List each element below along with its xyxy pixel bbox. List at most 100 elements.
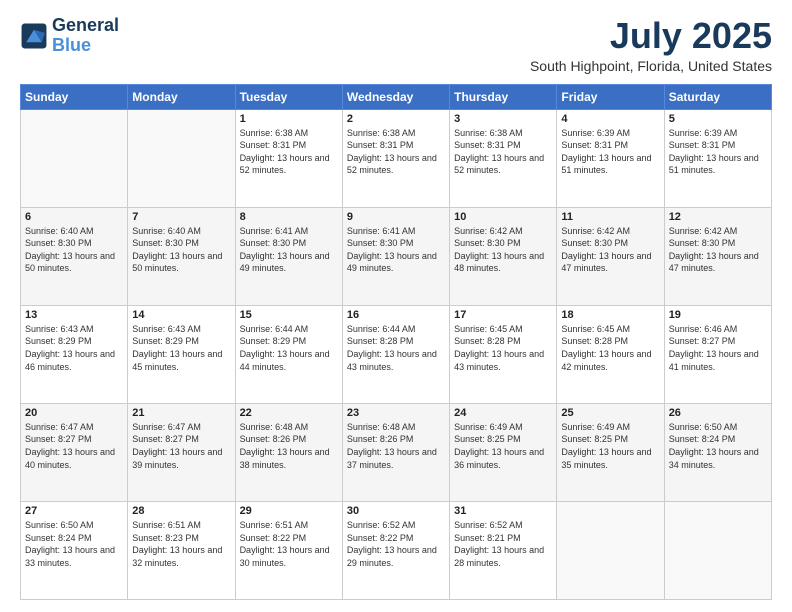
day-number: 22 xyxy=(240,407,338,419)
calendar-day-cell: 9 Sunrise: 6:41 AM Sunset: 8:30 PM Daylig… xyxy=(342,207,449,305)
day-info: Sunrise: 6:42 AM Sunset: 8:30 PM Dayligh… xyxy=(561,225,659,275)
calendar-day-cell: 13 Sunrise: 6:43 AM Sunset: 8:29 PM Dayli… xyxy=(21,305,128,403)
day-info: Sunrise: 6:51 AM Sunset: 8:23 PM Dayligh… xyxy=(132,519,230,569)
day-info: Sunrise: 6:48 AM Sunset: 8:26 PM Dayligh… xyxy=(240,421,338,471)
day-info: Sunrise: 6:49 AM Sunset: 8:25 PM Dayligh… xyxy=(561,421,659,471)
day-info: Sunrise: 6:46 AM Sunset: 8:27 PM Dayligh… xyxy=(669,323,767,373)
calendar-day-cell: 30 Sunrise: 6:52 AM Sunset: 8:22 PM Dayli… xyxy=(342,501,449,599)
calendar-day-cell: 17 Sunrise: 6:45 AM Sunset: 8:28 PM Dayli… xyxy=(450,305,557,403)
header: General Blue July 2025 South Highpoint, … xyxy=(20,16,772,74)
day-info: Sunrise: 6:44 AM Sunset: 8:28 PM Dayligh… xyxy=(347,323,445,373)
day-number: 8 xyxy=(240,211,338,223)
day-info: Sunrise: 6:39 AM Sunset: 8:31 PM Dayligh… xyxy=(561,127,659,177)
calendar-day-cell: 7Sunrise: 6:40 AM Sunset: 8:30 PM Daylig… xyxy=(128,207,235,305)
calendar-day-header: Monday xyxy=(128,84,235,109)
day-number: 17 xyxy=(454,309,552,321)
logo: General Blue xyxy=(20,16,119,56)
day-number: 20 xyxy=(25,407,123,419)
calendar-day-cell: 10 Sunrise: 6:42 AM Sunset: 8:30 PM Dayli… xyxy=(450,207,557,305)
day-number: 18 xyxy=(561,309,659,321)
calendar-day-cell: 16Sunrise: 6:44 AM Sunset: 8:28 PM Dayli… xyxy=(342,305,449,403)
calendar-day-cell: 12Sunrise: 6:42 AM Sunset: 8:30 PM Dayli… xyxy=(664,207,771,305)
calendar-day-cell: 3 Sunrise: 6:38 AM Sunset: 8:31 PM Daylig… xyxy=(450,109,557,207)
calendar-day-cell: 22 Sunrise: 6:48 AM Sunset: 8:26 PM Dayli… xyxy=(235,403,342,501)
calendar-week-row: 1 Sunrise: 6:38 AM Sunset: 8:31 PM Daylig… xyxy=(21,109,772,207)
day-number: 19 xyxy=(669,309,767,321)
day-info: Sunrise: 6:51 AM Sunset: 8:22 PM Dayligh… xyxy=(240,519,338,569)
calendar-day-header: Friday xyxy=(557,84,664,109)
calendar-day-cell: 18 Sunrise: 6:45 AM Sunset: 8:28 PM Dayli… xyxy=(557,305,664,403)
title-block: July 2025 South Highpoint, Florida, Unit… xyxy=(530,16,772,74)
calendar-day-cell xyxy=(128,109,235,207)
day-info: Sunrise: 6:41 AM Sunset: 8:30 PM Dayligh… xyxy=(347,225,445,275)
day-number: 11 xyxy=(561,211,659,223)
day-number: 31 xyxy=(454,505,552,517)
calendar-day-cell: 5 Sunrise: 6:39 AM Sunset: 8:31 PM Daylig… xyxy=(664,109,771,207)
day-info: Sunrise: 6:49 AM Sunset: 8:25 PM Dayligh… xyxy=(454,421,552,471)
calendar-day-header: Sunday xyxy=(21,84,128,109)
calendar-header-row: SundayMondayTuesdayWednesdayThursdayFrid… xyxy=(21,84,772,109)
calendar-week-row: 27Sunrise: 6:50 AM Sunset: 8:24 PM Dayli… xyxy=(21,501,772,599)
calendar-day-cell xyxy=(664,501,771,599)
calendar-day-cell: 19 Sunrise: 6:46 AM Sunset: 8:27 PM Dayli… xyxy=(664,305,771,403)
page: General Blue July 2025 South Highpoint, … xyxy=(0,0,792,612)
day-info: Sunrise: 6:47 AM Sunset: 8:27 PM Dayligh… xyxy=(25,421,123,471)
day-info: Sunrise: 6:38 AM Sunset: 8:31 PM Dayligh… xyxy=(347,127,445,177)
day-number: 1 xyxy=(240,113,338,125)
day-info: Sunrise: 6:50 AM Sunset: 8:24 PM Dayligh… xyxy=(669,421,767,471)
logo-text: General Blue xyxy=(52,16,119,56)
day-number: 5 xyxy=(669,113,767,125)
day-info: Sunrise: 6:44 AM Sunset: 8:29 PM Dayligh… xyxy=(240,323,338,373)
day-info: Sunrise: 6:42 AM Sunset: 8:30 PM Dayligh… xyxy=(454,225,552,275)
calendar-day-cell: 24 Sunrise: 6:49 AM Sunset: 8:25 PM Dayli… xyxy=(450,403,557,501)
calendar-day-cell: 8 Sunrise: 6:41 AM Sunset: 8:30 PM Daylig… xyxy=(235,207,342,305)
day-info: Sunrise: 6:38 AM Sunset: 8:31 PM Dayligh… xyxy=(454,127,552,177)
logo-icon xyxy=(20,22,48,50)
day-number: 10 xyxy=(454,211,552,223)
calendar-day-cell: 15 Sunrise: 6:44 AM Sunset: 8:29 PM Dayli… xyxy=(235,305,342,403)
calendar-day-cell: 25 Sunrise: 6:49 AM Sunset: 8:25 PM Dayli… xyxy=(557,403,664,501)
day-info: Sunrise: 6:40 AM Sunset: 8:30 PM Dayligh… xyxy=(25,225,123,275)
calendar-day-cell: 29Sunrise: 6:51 AM Sunset: 8:22 PM Dayli… xyxy=(235,501,342,599)
calendar-day-cell: 21 Sunrise: 6:47 AM Sunset: 8:27 PM Dayli… xyxy=(128,403,235,501)
day-number: 4 xyxy=(561,113,659,125)
calendar-day-header: Wednesday xyxy=(342,84,449,109)
calendar-day-cell: 27Sunrise: 6:50 AM Sunset: 8:24 PM Dayli… xyxy=(21,501,128,599)
day-number: 2 xyxy=(347,113,445,125)
day-number: 30 xyxy=(347,505,445,517)
logo-line1: General xyxy=(52,16,119,36)
day-info: Sunrise: 6:40 AM Sunset: 8:30 PM Dayligh… xyxy=(132,225,230,275)
day-number: 6 xyxy=(25,211,123,223)
day-info: Sunrise: 6:45 AM Sunset: 8:28 PM Dayligh… xyxy=(454,323,552,373)
day-info: Sunrise: 6:47 AM Sunset: 8:27 PM Dayligh… xyxy=(132,421,230,471)
day-info: Sunrise: 6:45 AM Sunset: 8:28 PM Dayligh… xyxy=(561,323,659,373)
day-number: 9 xyxy=(347,211,445,223)
calendar-day-cell xyxy=(21,109,128,207)
day-info: Sunrise: 6:43 AM Sunset: 8:29 PM Dayligh… xyxy=(132,323,230,373)
calendar-day-header: Tuesday xyxy=(235,84,342,109)
day-info: Sunrise: 6:43 AM Sunset: 8:29 PM Dayligh… xyxy=(25,323,123,373)
month-title: July 2025 xyxy=(530,16,772,56)
day-number: 13 xyxy=(25,309,123,321)
day-info: Sunrise: 6:50 AM Sunset: 8:24 PM Dayligh… xyxy=(25,519,123,569)
calendar-day-cell: 6 Sunrise: 6:40 AM Sunset: 8:30 PM Daylig… xyxy=(21,207,128,305)
day-number: 25 xyxy=(561,407,659,419)
day-info: Sunrise: 6:48 AM Sunset: 8:26 PM Dayligh… xyxy=(347,421,445,471)
day-number: 24 xyxy=(454,407,552,419)
day-info: Sunrise: 6:52 AM Sunset: 8:22 PM Dayligh… xyxy=(347,519,445,569)
day-info: Sunrise: 6:41 AM Sunset: 8:30 PM Dayligh… xyxy=(240,225,338,275)
calendar-day-header: Thursday xyxy=(450,84,557,109)
location-title: South Highpoint, Florida, United States xyxy=(530,58,772,74)
day-info: Sunrise: 6:52 AM Sunset: 8:21 PM Dayligh… xyxy=(454,519,552,569)
calendar-day-cell: 14Sunrise: 6:43 AM Sunset: 8:29 PM Dayli… xyxy=(128,305,235,403)
day-info: Sunrise: 6:39 AM Sunset: 8:31 PM Dayligh… xyxy=(669,127,767,177)
calendar-table: SundayMondayTuesdayWednesdayThursdayFrid… xyxy=(20,84,772,600)
day-info: Sunrise: 6:42 AM Sunset: 8:30 PM Dayligh… xyxy=(669,225,767,275)
day-number: 26 xyxy=(669,407,767,419)
calendar-day-cell: 4 Sunrise: 6:39 AM Sunset: 8:31 PM Daylig… xyxy=(557,109,664,207)
calendar-day-cell: 1Sunrise: 6:38 AM Sunset: 8:31 PM Daylig… xyxy=(235,109,342,207)
day-number: 3 xyxy=(454,113,552,125)
day-number: 21 xyxy=(132,407,230,419)
calendar-day-cell: 11 Sunrise: 6:42 AM Sunset: 8:30 PM Dayli… xyxy=(557,207,664,305)
day-number: 15 xyxy=(240,309,338,321)
